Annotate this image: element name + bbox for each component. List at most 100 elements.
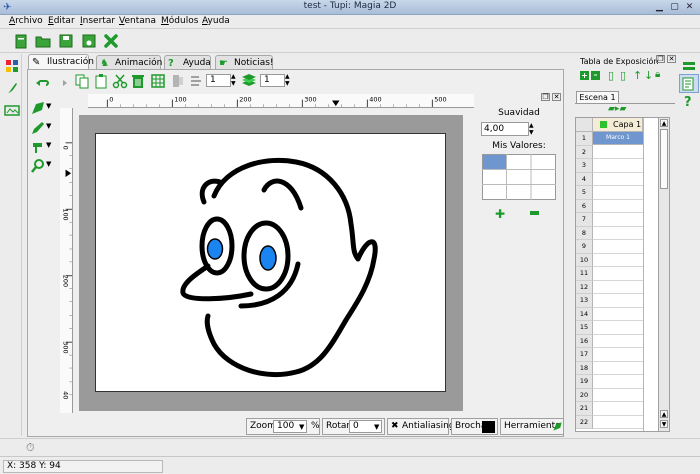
onion-back-icon[interactable]: [170, 73, 186, 89]
tool-dropdown-icon[interactable]: ▼: [46, 160, 51, 168]
save-icon[interactable]: [58, 33, 74, 49]
ruler-label: 100: [174, 95, 186, 103]
scroll-up-icon[interactable]: ▲: [660, 410, 668, 418]
frame-cell[interactable]: [593, 186, 643, 200]
tool-dropdown-icon[interactable]: ▼: [46, 102, 51, 110]
dropdown-arrow-icon[interactable]: ▼: [374, 420, 379, 435]
frame-cell[interactable]: [593, 226, 643, 240]
undo-icon[interactable]: [34, 73, 50, 89]
color-palette-icon[interactable]: [4, 58, 20, 74]
frame-cell[interactable]: [593, 375, 643, 389]
copy-icon[interactable]: [74, 73, 90, 89]
frame-cell[interactable]: [593, 199, 643, 213]
add-layer-icon[interactable]: +: [580, 71, 589, 80]
selection-tool-icon[interactable]: [30, 100, 46, 116]
dropdown-arrow-icon[interactable]: ▼: [299, 420, 304, 435]
smoothness-label: Suavidad: [498, 108, 540, 118]
library-icon[interactable]: [4, 102, 20, 118]
menu-editar[interactable]: Editar: [48, 16, 75, 26]
menu-insertar[interactable]: Insertar: [80, 16, 115, 26]
previous-frames-spinbox[interactable]: 1: [206, 74, 231, 87]
help-icon[interactable]: ?: [684, 95, 692, 110]
close-icon[interactable]: ✕: [684, 2, 695, 13]
scene-actions-icon[interactable]: ▰▸▰: [608, 104, 626, 114]
add-value-icon[interactable]: ✚: [495, 207, 505, 221]
remove-layer-icon[interactable]: –: [591, 71, 600, 80]
window-title: test - Tupi: Magia 2D: [303, 1, 397, 11]
next-frames-spinbox[interactable]: 1: [260, 74, 285, 87]
exposure-table[interactable]: Capa 1 Marco 1 1 2 3 4 5 6 7 8 9 10 11 12 13 14 15 16 17…: [575, 117, 659, 432]
new-file-icon[interactable]: [13, 33, 29, 49]
spin-arrows-icon[interactable]: ▲ ▼: [529, 122, 534, 136]
onion-icon[interactable]: [188, 73, 204, 89]
menu-ayuda[interactable]: Ayuda: [202, 16, 230, 26]
delete-icon[interactable]: [130, 73, 146, 89]
frame-cell[interactable]: [593, 172, 643, 186]
menu-modulos[interactable]: Módulos: [161, 16, 198, 26]
frame-cell[interactable]: [593, 253, 643, 267]
frame-cell[interactable]: [593, 145, 643, 159]
remove-frame-icon[interactable]: ▯: [620, 69, 626, 82]
scroll-up-icon[interactable]: ▲: [660, 119, 668, 127]
menu-archivo[interactable]: Archivo: [9, 16, 43, 26]
float-panel-icon[interactable]: ❐: [656, 55, 665, 63]
frame-cell[interactable]: [593, 280, 643, 294]
spin-arrows-icon[interactable]: ▲ ▼: [285, 73, 290, 87]
spin-arrows-icon[interactable]: ▲ ▼: [231, 73, 236, 87]
zoom-tool-icon[interactable]: [30, 158, 46, 174]
fill-tool-icon[interactable]: [30, 139, 46, 155]
frame-cell[interactable]: [593, 240, 643, 254]
frame-cell[interactable]: [593, 267, 643, 281]
smoothness-input[interactable]: 4,00: [481, 122, 529, 136]
frame-cell[interactable]: [593, 361, 643, 375]
tool-dropdown-icon[interactable]: ▼: [46, 122, 51, 130]
float-panel-icon[interactable]: ❐: [541, 93, 550, 101]
tool-dropdown-icon[interactable]: ▼: [46, 141, 51, 149]
cut-icon[interactable]: [112, 73, 128, 89]
maximize-icon[interactable]: ▢: [669, 2, 680, 13]
antialias-box[interactable]: ✖ Antialiasing: [387, 418, 455, 435]
exposure-scrollbar[interactable]: ▲ ▲ ▼: [658, 117, 670, 432]
remove-value-icon[interactable]: [530, 211, 539, 215]
values-table[interactable]: [482, 154, 556, 200]
ruler-cursor-marker: [65, 169, 72, 177]
frame-cell[interactable]: [593, 334, 643, 348]
frame-cell[interactable]: [593, 402, 643, 416]
pencil-tool-icon[interactable]: [30, 120, 46, 136]
minimize-icon[interactable]: ▁: [654, 2, 665, 13]
frame-cell-selected[interactable]: Marco 1: [593, 132, 643, 145]
brush-color-swatch[interactable]: [482, 421, 495, 433]
lock-frame-icon[interactable]: 🔒︎: [655, 69, 660, 80]
frame-cell[interactable]: [593, 415, 643, 429]
scroll-thumb[interactable]: [660, 129, 668, 189]
close-panel-icon[interactable]: ✕: [667, 55, 676, 63]
close-project-icon[interactable]: [103, 33, 119, 49]
drawing-canvas[interactable]: [95, 133, 446, 392]
layer-visibility-icon[interactable]: [600, 121, 607, 128]
paste-icon[interactable]: [93, 73, 109, 89]
frame-cell[interactable]: [593, 213, 643, 227]
move-frame-up-icon[interactable]: ↑: [633, 69, 642, 82]
scenes-icon[interactable]: [681, 58, 697, 74]
frame-cell[interactable]: [593, 321, 643, 335]
menu-ventana[interactable]: Ventana: [119, 16, 156, 26]
layer-header[interactable]: Capa 1: [593, 118, 643, 132]
open-folder-icon[interactable]: [35, 33, 51, 49]
grid-icon[interactable]: [150, 73, 166, 89]
insert-frame-icon[interactable]: ▯: [608, 69, 614, 82]
layers-icon[interactable]: [241, 73, 257, 89]
timer-icon[interactable]: ⏱︎: [26, 441, 35, 455]
frame-cell[interactable]: [593, 307, 643, 321]
save-as-icon[interactable]: [81, 33, 97, 49]
close-panel-icon[interactable]: ✕: [552, 93, 561, 101]
exposure-sheet-toggle[interactable]: [679, 74, 699, 93]
brushes-icon[interactable]: [4, 80, 20, 96]
tab-scene-1[interactable]: Escena 1: [576, 91, 619, 103]
frame-cell[interactable]: [593, 159, 643, 173]
frame-cell[interactable]: [593, 348, 643, 362]
move-frame-down-icon[interactable]: ↓: [644, 69, 653, 82]
frame-cell[interactable]: [593, 388, 643, 402]
frame-cell[interactable]: [593, 294, 643, 308]
scroll-down-icon[interactable]: ▼: [660, 420, 668, 428]
redo-icon[interactable]: [53, 73, 69, 89]
